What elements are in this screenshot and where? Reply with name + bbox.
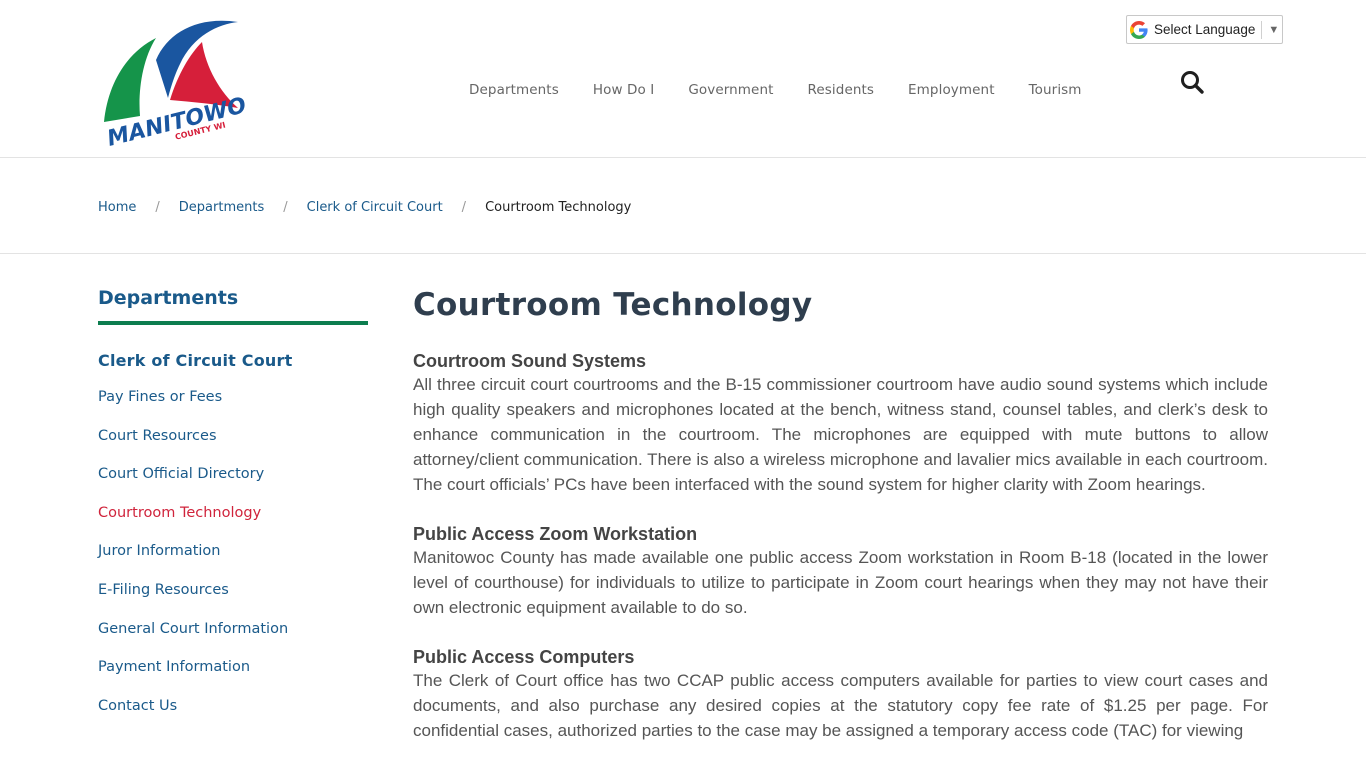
- nav-how-do-i[interactable]: How Do I: [576, 80, 671, 100]
- breadcrumb-home[interactable]: Home: [98, 200, 136, 215]
- sidebar-item-general-court-information[interactable]: General Court Information: [98, 619, 368, 658]
- nav-employment[interactable]: Employment: [891, 80, 1012, 100]
- nav-tourism[interactable]: Tourism: [1012, 80, 1099, 100]
- breadcrumb-clerk-of-circuit-court[interactable]: Clerk of Circuit Court: [307, 200, 443, 215]
- sidebar-item-pay-fines[interactable]: Pay Fines or Fees: [98, 387, 368, 426]
- language-label: Select Language: [1154, 22, 1256, 37]
- nav-residents[interactable]: Residents: [791, 80, 892, 100]
- section-zoom-workstation: Public Access Zoom Workstation Manitowoc…: [413, 524, 1268, 620]
- breadcrumb-departments[interactable]: Departments: [179, 200, 264, 215]
- sidebar-item-court-official-directory[interactable]: Court Official Directory: [98, 464, 368, 503]
- breadcrumb-bar: Home / Departments / Clerk of Circuit Co…: [0, 159, 1366, 254]
- section-body: Manitowoc County has made available one …: [413, 548, 1268, 617]
- manitowoc-logo-icon: MANITOWOC COUNTY WI: [104, 20, 246, 146]
- sidebar-item-juror-information[interactable]: Juror Information: [98, 541, 368, 580]
- dropdown-arrow-icon: ▼: [1268, 23, 1280, 36]
- sidebar: Departments Clerk of Circuit Court Pay F…: [98, 285, 368, 734]
- sidebar-subtitle[interactable]: Clerk of Circuit Court: [98, 351, 368, 375]
- section-heading: Public Access Computers: [413, 647, 635, 667]
- main-nav: Departments How Do I Government Resident…: [452, 80, 1099, 100]
- breadcrumb: Home / Departments / Clerk of Circuit Co…: [98, 200, 631, 215]
- sidebar-item-payment-information[interactable]: Payment Information: [98, 657, 368, 696]
- nav-departments[interactable]: Departments: [452, 80, 576, 100]
- breadcrumb-current: Courtroom Technology: [485, 200, 632, 215]
- sidebar-item-e-filing-resources[interactable]: E-Filing Resources: [98, 580, 368, 619]
- language-divider: [1261, 20, 1263, 39]
- section-sound-systems: Courtroom Sound Systems All three circui…: [413, 351, 1268, 497]
- main-content: Courtroom Technology Courtroom Sound Sys…: [413, 283, 1268, 768]
- page-title: Courtroom Technology: [413, 287, 813, 323]
- sidebar-divider: [98, 321, 368, 325]
- breadcrumb-separator: /: [155, 200, 160, 215]
- breadcrumb-separator: /: [283, 200, 288, 215]
- breadcrumb-separator: /: [461, 200, 467, 215]
- section-body: The Clerk of Court office has two CCAP p…: [413, 671, 1268, 740]
- sidebar-title[interactable]: Departments: [98, 285, 368, 321]
- section-public-computers: Public Access Computers The Clerk of Cou…: [413, 647, 1268, 743]
- sidebar-list: Pay Fines or Fees Court Resources Court …: [98, 387, 368, 734]
- sidebar-item-court-resources[interactable]: Court Resources: [98, 426, 368, 465]
- language-select[interactable]: Select Language ▼: [1126, 15, 1283, 44]
- county-logo[interactable]: MANITOWOC COUNTY WI: [98, 12, 246, 146]
- section-heading: Courtroom Sound Systems: [413, 351, 647, 371]
- sidebar-item-courtroom-technology[interactable]: Courtroom Technology: [98, 503, 368, 542]
- section-heading: Public Access Zoom Workstation: [413, 524, 698, 544]
- section-body: All three circuit court courtrooms and t…: [413, 375, 1268, 494]
- search-button[interactable]: [1178, 68, 1206, 96]
- site-header: MANITOWOC COUNTY WI Departments How Do I…: [0, 0, 1366, 158]
- search-icon: [1181, 71, 1204, 94]
- sidebar-item-contact-us[interactable]: Contact Us: [98, 696, 368, 735]
- google-g-icon: [1130, 20, 1148, 39]
- nav-government[interactable]: Government: [671, 80, 790, 100]
